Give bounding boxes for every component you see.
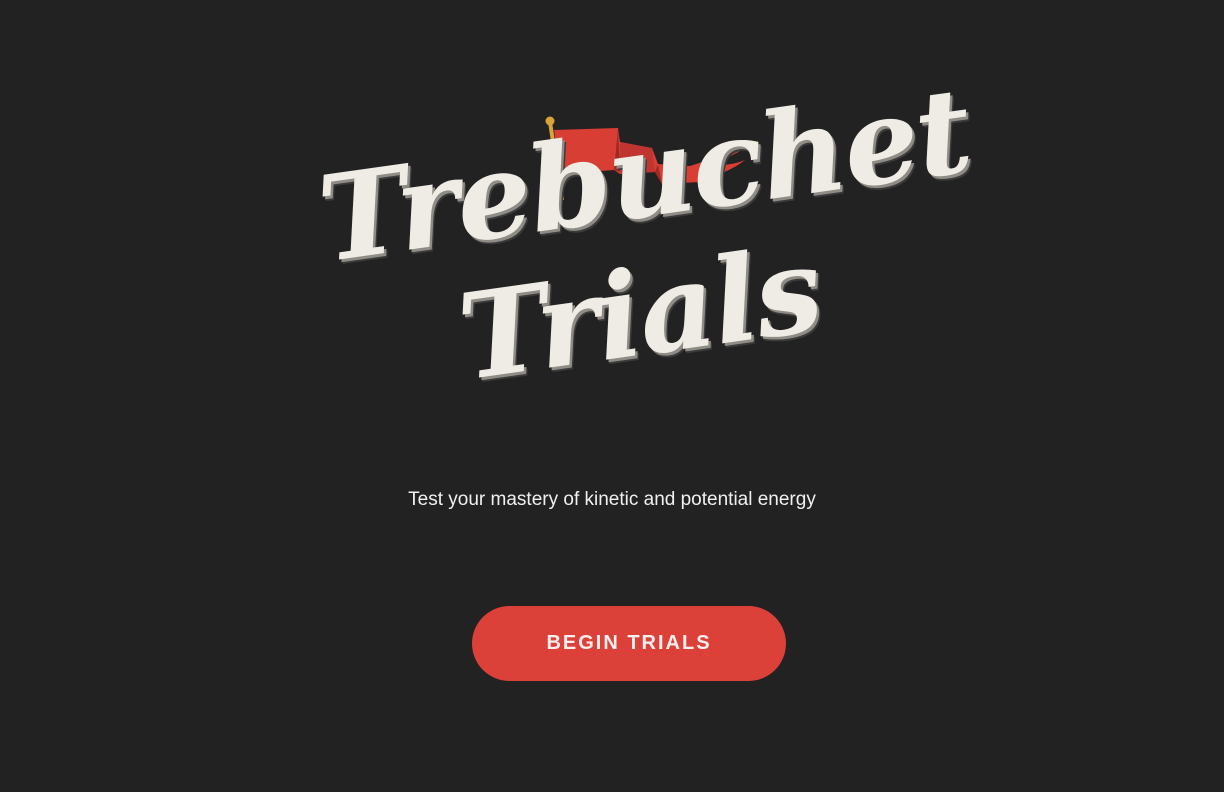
subtitle: Test your mastery of kinetic and potenti… [408, 489, 816, 510]
begin-trials-button[interactable]: BEGIN TRIALS [472, 606, 786, 681]
